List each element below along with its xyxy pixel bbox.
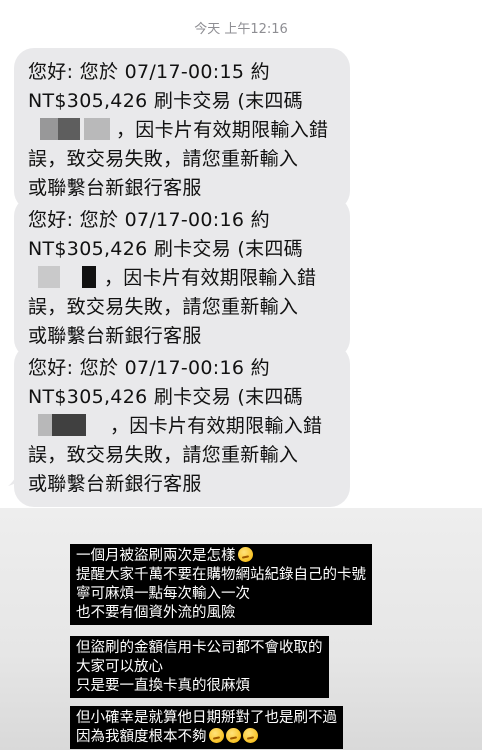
message-line: ，因卡片有效期限輸入錯 [28, 264, 338, 293]
censor-block [58, 118, 80, 140]
censor-block [84, 118, 110, 140]
message-line: 您好: 您於 07/17-00:16 約 [28, 209, 270, 231]
censor-block [38, 414, 52, 436]
message-line: 您好: 您於 07/17-00:16 約 [28, 357, 270, 379]
censor-block [40, 118, 58, 140]
woozy-face-emoji-icon [242, 728, 258, 743]
message-line-text: ，因卡片有效期限輸入錯 [110, 415, 323, 437]
message-line: NT$305,426 刷卡交易 (末四碼 [28, 386, 303, 408]
woozy-face-emoji-icon [208, 728, 224, 743]
message-timestamp: 今天 上午12:16 [194, 22, 288, 37]
caption-line: 但盜刷的金額信用卡公司都不會收取的 [76, 640, 323, 656]
caption-line: 因為我額度根本不夠 [76, 728, 337, 747]
caption-line: 大家可以放心 [76, 659, 163, 675]
caption-line: 寧可麻煩一點每次輸入一次 [76, 586, 250, 602]
message-line-text: ，因卡片有效期限輸入錯 [104, 267, 317, 289]
caption-line: 只是要一直換卡真的很麻煩 [76, 678, 250, 694]
caption-block-3: 但小確幸是就算他日期掰對了也是刷不過 因為我額度根本不夠 [70, 706, 343, 749]
caption-line: 提醒大家千萬不要在購物網站紀錄自己的卡號 [76, 567, 366, 583]
message-line: 誤，致交易失敗，請您重新輸入 [28, 296, 299, 318]
message-line: 誤，致交易失敗，請您重新輸入 [28, 148, 299, 170]
caption-line: 也不要有個資外流的風險 [76, 605, 236, 621]
sms-bubble-3[interactable]: 您好: 您於 07/17-00:16 約 NT$305,426 刷卡交易 (末四… [14, 344, 350, 507]
sms-bubble-1[interactable]: 您好: 您於 07/17-00:15 約 NT$305,426 刷卡交易 (末四… [14, 48, 350, 211]
caption-block-1: 一個月被盜刷兩次是怎樣 提醒大家千萬不要在購物網站紀錄自己的卡號 寧可麻煩一點每… [70, 544, 372, 625]
caption-block-2: 但盜刷的金額信用卡公司都不會收取的 大家可以放心 只是要一直換卡真的很麻煩 [70, 636, 329, 698]
message-line: NT$305,426 刷卡交易 (末四碼 [28, 90, 303, 112]
bubble-tail-icon [8, 464, 28, 486]
woozy-face-emoji-icon [225, 728, 241, 743]
caption-text: 一個月被盜刷兩次是怎樣 [76, 548, 236, 564]
message-line-text: ，因卡片有效期限輸入錯 [116, 119, 329, 141]
censor-block [52, 414, 86, 436]
censor-block [82, 266, 96, 288]
censor-block [38, 266, 60, 288]
woozy-face-emoji-icon [237, 547, 253, 562]
caption-line: 一個月被盜刷兩次是怎樣 [76, 547, 366, 566]
caption-text: 因為我額度根本不夠 [76, 729, 207, 745]
caption-line: 但小確幸是就算他日期掰對了也是刷不過 [76, 710, 337, 726]
message-line: NT$305,426 刷卡交易 (末四碼 [28, 238, 303, 260]
message-line: 您好: 您於 07/17-00:15 約 [28, 61, 270, 83]
message-line: 或聯繫台新銀行客服 [28, 473, 202, 495]
sms-bubble-2[interactable]: 您好: 您於 07/17-00:16 約 NT$305,426 刷卡交易 (末四… [14, 196, 350, 359]
message-line: 誤，致交易失敗，請您重新輸入 [28, 444, 299, 466]
message-line: ，因卡片有效期限輸入錯 [28, 116, 338, 145]
message-line: ，因卡片有效期限輸入錯 [28, 412, 338, 441]
